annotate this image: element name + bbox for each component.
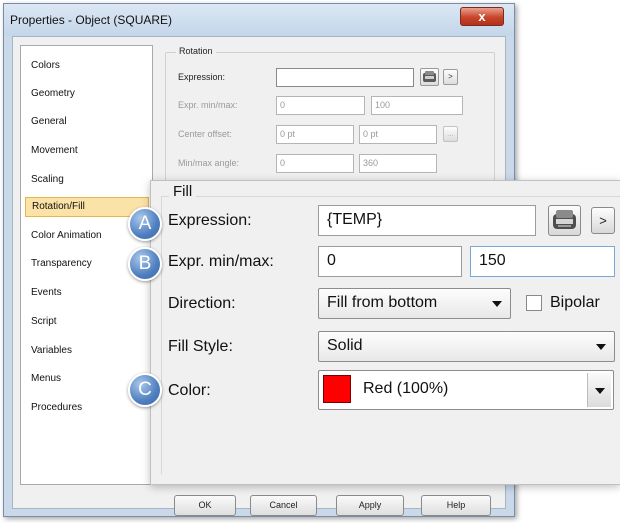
tag-browser-icon bbox=[423, 71, 436, 82]
fill-legend: Fill bbox=[169, 183, 197, 200]
fill-style-select[interactable]: Solid bbox=[318, 331, 615, 362]
callout-c: C bbox=[128, 373, 162, 407]
rotation-offset-x-input[interactable]: 0 pt bbox=[276, 125, 354, 144]
chevron-down-icon bbox=[596, 344, 606, 350]
tag-browser-icon bbox=[553, 210, 576, 229]
nav-item-movement[interactable]: Movement bbox=[25, 141, 149, 161]
nav-item-variables[interactable]: Variables bbox=[25, 341, 149, 361]
apply-button[interactable]: Apply bbox=[336, 495, 404, 516]
title-bar[interactable]: Properties - Object (SQUARE) x bbox=[4, 4, 514, 36]
fill-expression-arrow-button[interactable]: > bbox=[591, 207, 615, 234]
window-title: Properties - Object (SQUARE) bbox=[10, 13, 173, 27]
nav-item-script[interactable]: Script bbox=[25, 312, 149, 332]
rotation-expression-arrow-button[interactable]: > bbox=[443, 69, 458, 85]
close-button[interactable]: x bbox=[460, 7, 504, 26]
rotation-max-input[interactable]: 100 bbox=[371, 96, 463, 115]
rotation-angle-min-input[interactable]: 0 bbox=[276, 154, 354, 173]
rotation-tag-browse-button[interactable] bbox=[420, 68, 439, 86]
fill-style-label: Fill Style: bbox=[168, 338, 233, 355]
rotation-expression-input[interactable] bbox=[276, 68, 414, 87]
rotation-legend: Rotation bbox=[176, 46, 216, 56]
rotation-offset-y-input[interactable]: 0 pt bbox=[359, 125, 437, 144]
rotation-min-input[interactable]: 0 bbox=[276, 96, 365, 115]
color-swatch bbox=[323, 375, 351, 403]
fill-tag-browse-button[interactable] bbox=[548, 205, 581, 236]
callout-b: B bbox=[128, 247, 162, 281]
color-dropdown-button[interactable] bbox=[587, 373, 611, 407]
chevron-down-icon bbox=[595, 388, 605, 394]
nav-item-geometry[interactable]: Geometry bbox=[25, 84, 149, 104]
fill-expression-label: Expression: bbox=[168, 212, 252, 229]
fill-expression-input[interactable]: {TEMP} bbox=[318, 205, 536, 236]
fill-direction-value: Fill from bottom bbox=[327, 294, 438, 311]
rotation-angle-max-input[interactable]: 360 bbox=[359, 154, 437, 173]
rotation-offset-browse-button[interactable]: ... bbox=[443, 126, 458, 142]
fill-color-value: Red (100%) bbox=[363, 380, 449, 397]
rotation-minmax-angle-label: Min/max angle: bbox=[178, 158, 240, 168]
fill-color-label: Color: bbox=[168, 382, 211, 399]
fill-max-input[interactable]: 150 bbox=[470, 246, 615, 277]
fill-direction-select[interactable]: Fill from bottom bbox=[318, 288, 511, 319]
fill-style-value: Solid bbox=[327, 337, 363, 354]
rotation-center-offset-label: Center offset: bbox=[178, 129, 232, 139]
rotation-expression-label: Expression: bbox=[178, 72, 226, 82]
nav-item-general[interactable]: General bbox=[25, 112, 149, 132]
nav-item-procedures[interactable]: Procedures bbox=[25, 398, 149, 418]
fill-color-select[interactable]: Red (100%) bbox=[318, 370, 614, 410]
nav-item-colors[interactable]: Colors bbox=[25, 56, 149, 76]
rotation-group: Rotation Expression: > Expr. min/max: 0 … bbox=[165, 46, 495, 193]
fill-min-input[interactable]: 0 bbox=[318, 246, 462, 277]
nav-item-scaling[interactable]: Scaling bbox=[25, 170, 149, 190]
nav-item-events[interactable]: Events bbox=[25, 283, 149, 303]
bipolar-checkbox[interactable] bbox=[526, 295, 542, 311]
fill-expr-minmax-label: Expr. min/max: bbox=[168, 253, 274, 270]
help-button[interactable]: Help bbox=[421, 495, 491, 516]
callout-a: A bbox=[128, 207, 162, 241]
bipolar-label: Bipolar bbox=[550, 294, 600, 311]
chevron-down-icon bbox=[492, 301, 502, 307]
fill-direction-label: Direction: bbox=[168, 295, 236, 312]
ok-button[interactable]: OK bbox=[174, 495, 236, 516]
rotation-expr-minmax-label: Expr. min/max: bbox=[178, 100, 238, 110]
cancel-button[interactable]: Cancel bbox=[250, 495, 317, 516]
